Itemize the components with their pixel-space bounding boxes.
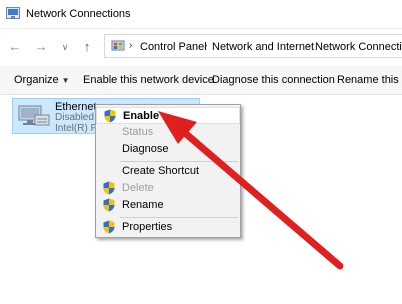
menu-item-diagnose-label: Diagnose (122, 143, 169, 155)
breadcrumb-separator-icon[interactable]: › (129, 40, 132, 51)
breadcrumb-separator-icon[interactable]: › (307, 40, 310, 51)
breadcrumb-control-panel[interactable]: Control Panel (140, 41, 207, 53)
uac-shield-icon (103, 198, 115, 212)
menu-item-delete: Delete (96, 180, 240, 197)
uac-shield-icon (104, 109, 116, 123)
menu-item-create-shortcut-label: Create Shortcut (122, 165, 200, 177)
organize-label: Organize (14, 74, 59, 86)
menu-divider (120, 161, 238, 162)
rename-connection-button[interactable]: Rename this co (337, 74, 402, 86)
back-arrow-icon[interactable]: ← (8, 39, 22, 54)
network-connections-icon (6, 7, 20, 19)
control-panel-icon (111, 40, 125, 51)
menu-item-properties[interactable]: Properties (96, 219, 240, 236)
menu-item-rename-label: Rename (122, 199, 164, 211)
menu-item-enable-label: Enable (123, 110, 160, 122)
organize-menu[interactable]: Organize ▼ (14, 74, 70, 86)
address-field[interactable]: › Control Panel › Network and Internet ›… (104, 34, 402, 58)
uac-shield-icon (103, 220, 115, 234)
context-menu: Enable Status Diagnose Create Shortcut D… (95, 104, 241, 238)
chevron-down-icon: ▼ (61, 76, 70, 85)
address-bar-row: ← → ∨ ↑ › Control Panel › Network and In… (0, 30, 402, 64)
menu-item-delete-label: Delete (122, 182, 154, 194)
menu-item-status: Status (96, 124, 240, 141)
adapter-status: Disabled (55, 112, 94, 123)
enable-device-button[interactable]: Enable this network device (83, 74, 214, 86)
breadcrumb-network-connections[interactable]: Network Connections (315, 41, 402, 53)
forward-arrow-icon[interactable]: → (34, 39, 48, 54)
breadcrumb-separator-icon[interactable]: › (204, 40, 207, 51)
menu-item-status-label: Status (122, 126, 154, 138)
breadcrumb-network-and-internet[interactable]: Network and Internet (212, 41, 314, 53)
menu-item-rename[interactable]: Rename (96, 197, 240, 214)
window-title: Network Connections (26, 8, 131, 20)
menu-item-enable[interactable]: Enable (96, 107, 240, 124)
menu-divider (120, 217, 238, 218)
menu-item-diagnose[interactable]: Diagnose (96, 141, 240, 158)
command-bar: Organize ▼ Enable this network device Dia… (0, 66, 402, 95)
up-arrow-icon[interactable]: ↑ (80, 39, 94, 54)
recent-locations-chevron-icon[interactable]: ∨ (58, 42, 72, 53)
menu-item-create-shortcut[interactable]: Create Shortcut (96, 163, 240, 180)
menu-item-properties-label: Properties (122, 221, 173, 233)
uac-shield-icon (103, 181, 115, 195)
window-titlebar: Network Connections (0, 0, 402, 29)
network-adapter-icon (18, 105, 50, 126)
diagnose-connection-button[interactable]: Diagnose this connection (212, 74, 335, 86)
